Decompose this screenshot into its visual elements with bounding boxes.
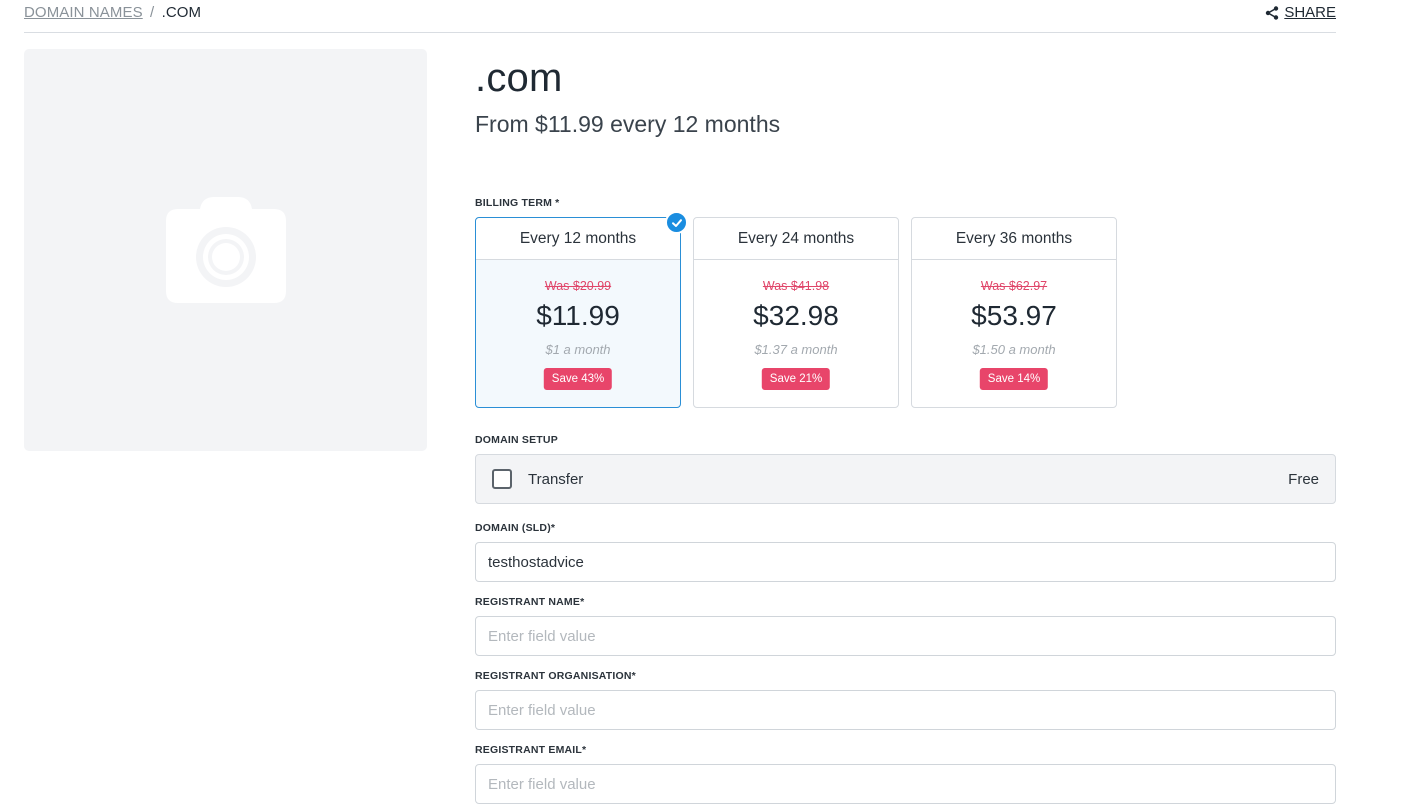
share-label: SHARE: [1284, 4, 1336, 21]
term-was-price: Was $20.99: [544, 279, 612, 293]
billing-term-36-months[interactable]: Every 36 months Was $62.97 $53.97 $1.50 …: [911, 217, 1117, 408]
term-save-badge: Save 21%: [761, 368, 831, 390]
registrant-organisation-input[interactable]: [475, 690, 1336, 730]
transfer-price: Free: [1288, 470, 1319, 488]
registrant-email-label: REGISTRANT EMAIL*: [475, 744, 587, 756]
product-image-placeholder: [24, 49, 427, 451]
billing-term-label: BILLING TERM *: [475, 197, 560, 209]
domain-setup-label: DOMAIN SETUP: [475, 434, 558, 446]
registrant-name-input[interactable]: [475, 616, 1336, 656]
domain-sld-label: DOMAIN (SLD)*: [475, 522, 556, 534]
domain-setup-option[interactable]: Transfer Free: [475, 454, 1336, 504]
term-monthly-price: $1.50 a month: [972, 342, 1056, 357]
share-icon: [1266, 5, 1279, 20]
breadcrumb-domain-names-link[interactable]: DOMAIN NAMES: [24, 4, 143, 21]
domain-sld-input[interactable]: [475, 542, 1336, 582]
share-button[interactable]: SHARE: [1265, 4, 1336, 21]
price-summary: From $11.99 every 12 months: [475, 111, 781, 137]
term-monthly-price: $1.37 a month: [754, 342, 838, 357]
term-name: Every 12 months: [476, 218, 680, 260]
term-monthly-price: $1 a month: [545, 342, 611, 357]
billing-term-options: Every 12 months Was $20.99 $11.99 $1 a m…: [475, 211, 1117, 408]
registrant-name-label: REGISTRANT NAME*: [475, 596, 585, 608]
term-save-badge: Save 43%: [543, 368, 613, 390]
transfer-checkbox[interactable]: [492, 469, 512, 489]
billing-term-24-months[interactable]: Every 24 months Was $41.98 $32.98 $1.37 …: [693, 217, 899, 408]
selected-check-icon: [665, 211, 688, 234]
transfer-label: Transfer: [528, 470, 584, 488]
term-price: $11.99: [536, 300, 620, 331]
registrant-email-input[interactable]: [475, 764, 1336, 804]
term-was-price: Was $41.98: [762, 279, 830, 293]
breadcrumb-current: .COM: [161, 4, 202, 21]
term-price: $53.97: [971, 300, 1057, 331]
breadcrumb: DOMAIN NAMES / .COM: [24, 4, 201, 21]
term-save-badge: Save 14%: [979, 368, 1049, 390]
billing-term-12-months[interactable]: Every 12 months Was $20.99 $11.99 $1 a m…: [475, 211, 688, 408]
registrant-organisation-label: REGISTRANT ORGANISATION*: [475, 670, 636, 682]
top-bar: DOMAIN NAMES / .COM SHARE: [24, 0, 1336, 33]
term-was-price: Was $62.97: [980, 279, 1048, 293]
camera-icon: [165, 197, 286, 303]
term-name: Every 36 months: [912, 218, 1116, 260]
page-title: .com: [475, 56, 563, 100]
term-price: $32.98: [753, 300, 839, 331]
term-name: Every 24 months: [694, 218, 898, 260]
breadcrumb-separator: /: [150, 4, 155, 21]
